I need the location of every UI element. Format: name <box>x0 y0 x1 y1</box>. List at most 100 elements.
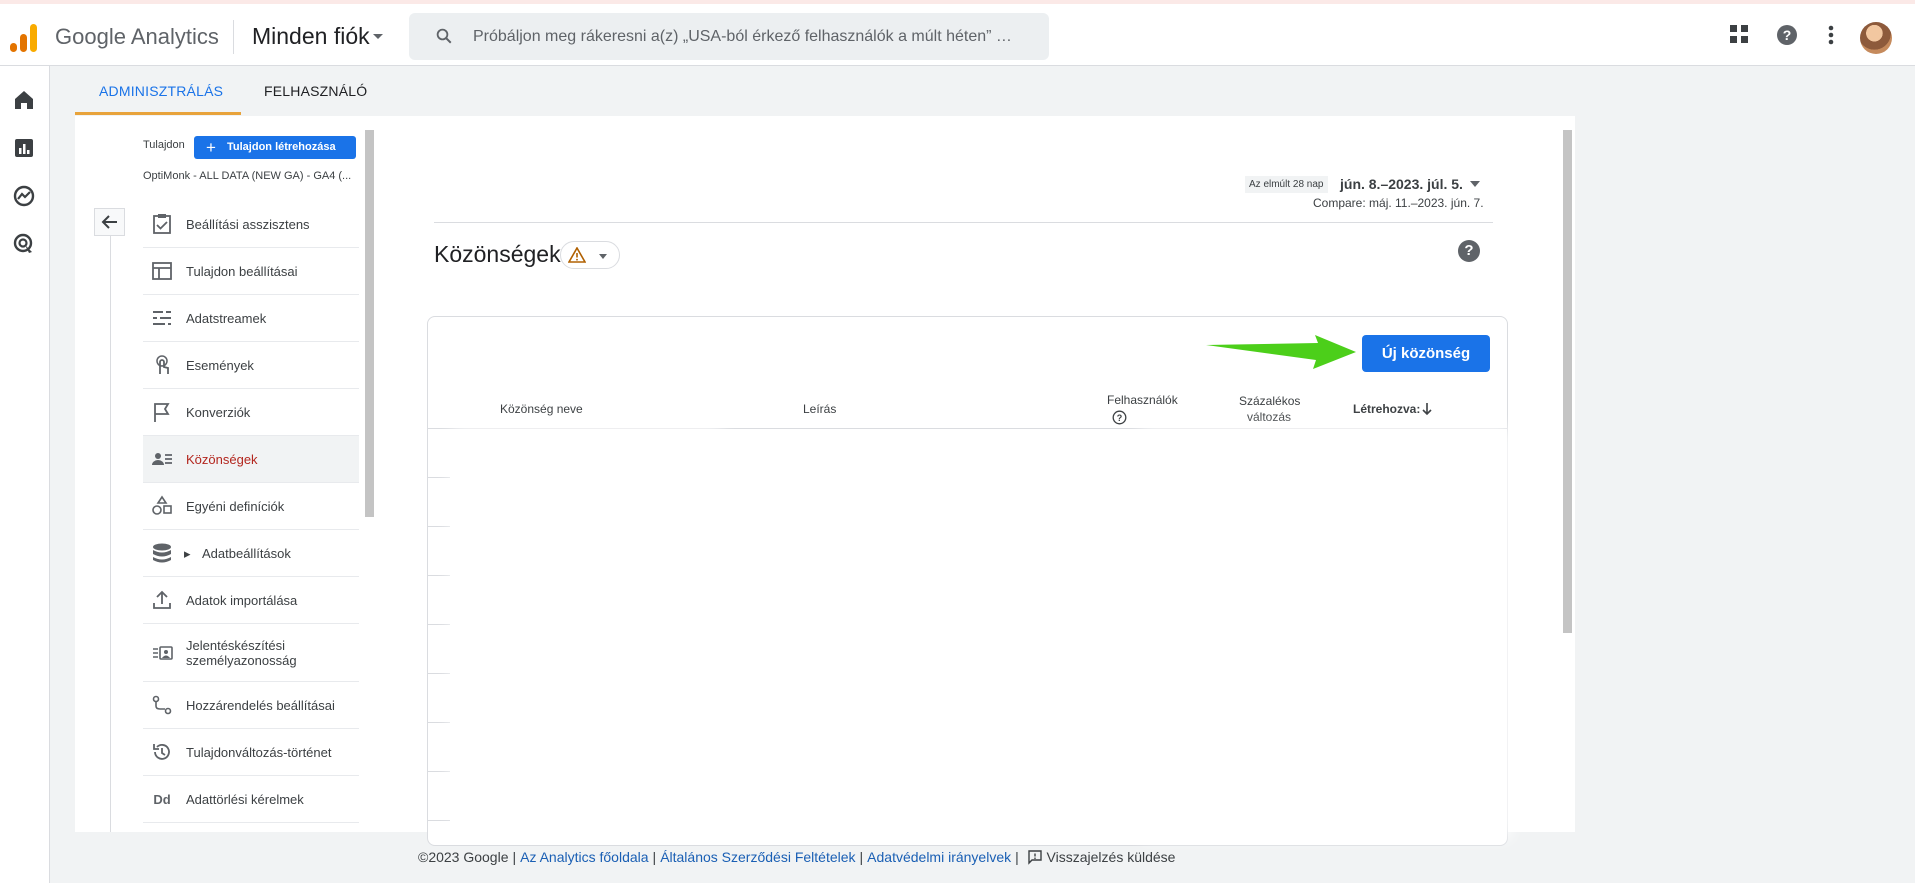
menu-item-conversions[interactable]: Konverziók <box>143 389 359 436</box>
feedback-link[interactable]: Visszajelzés küldése <box>1047 849 1176 865</box>
privacy-link[interactable]: Adatvédelmi irányelvek <box>867 849 1011 865</box>
avatar[interactable] <box>1860 22 1892 54</box>
column-header-name[interactable]: Közönség neve <box>500 402 583 417</box>
warning-dropdown[interactable] <box>560 241 620 269</box>
table-row[interactable] <box>428 673 450 674</box>
table-row[interactable] <box>428 722 450 723</box>
layout-icon <box>152 262 172 280</box>
feedback-icon[interactable] <box>1027 849 1043 865</box>
scrollbar[interactable] <box>1563 130 1572 633</box>
tree-line <box>110 236 111 832</box>
chevron-down-icon[interactable] <box>1470 181 1480 187</box>
menu-item-data-deletion-requests[interactable]: Dd Adattörlési kérelmek <box>143 776 359 823</box>
column-header-pct-change-2: változás <box>1247 410 1292 424</box>
green-arrow-annotation <box>1206 335 1356 369</box>
menu-item-data-import[interactable]: Adatok importálása <box>143 577 359 624</box>
page-title: Közönségek <box>434 241 561 267</box>
terms-link[interactable]: Általános Szerződési Feltételek <box>660 849 855 865</box>
tab-user[interactable]: FELHASZNÁLÓ <box>264 83 367 99</box>
left-nav <box>0 66 50 883</box>
menu-item-label: Adattörlési kérelmek <box>186 791 304 807</box>
search-bar[interactable]: Próbáljon meg rákeresni a(z) „USA-ból ér… <box>409 13 1049 60</box>
tab-indicator <box>75 112 241 115</box>
help-icon[interactable]: ? <box>1458 240 1480 262</box>
menu-item-audiences[interactable]: Közönségek <box>143 436 359 483</box>
database-icon <box>153 543 171 563</box>
table-row[interactable] <box>428 477 450 478</box>
table-row[interactable] <box>428 575 450 576</box>
flag-icon <box>154 403 170 422</box>
property-label: Tulajdon <box>143 139 185 151</box>
analytics-logo-icon[interactable] <box>10 22 38 52</box>
menu-item-setup-assistant[interactable]: Beállítási asszisztens <box>143 201 359 248</box>
advertising-icon[interactable] <box>12 232 36 256</box>
redacted-area <box>1140 428 1510 838</box>
touch-icon <box>156 355 169 374</box>
menu-item-data-streams[interactable]: Adatstreamek <box>143 295 359 342</box>
menu-item-label: Adatok importálása <box>186 592 298 608</box>
top-bar: Google Analytics Minden fiók Próbáljon m… <box>0 0 1915 66</box>
home-icon[interactable] <box>12 88 36 112</box>
plus-icon: + <box>206 138 216 157</box>
menu-item-events[interactable]: Események <box>143 342 359 389</box>
date-preset-chip[interactable]: Az elmúlt 28 nap <box>1245 176 1328 193</box>
explore-icon[interactable] <box>12 184 36 208</box>
menu-item-property-settings[interactable]: Tulajdon beállításai <box>143 248 359 295</box>
scrollbar[interactable] <box>365 130 374 517</box>
analytics-home-link[interactable]: Az Analytics főoldala <box>520 849 648 865</box>
table-row[interactable] <box>428 820 450 821</box>
history-icon <box>153 744 170 760</box>
compare-range: Compare: máj. 11.–2023. jún. 7. <box>1313 196 1484 210</box>
tab-admin[interactable]: ADMINISZTRÁLÁS <box>99 83 223 99</box>
menu-item-attribution-settings[interactable]: Hozzárendelés beállításai <box>143 682 359 729</box>
audience-icon <box>152 453 172 465</box>
svg-text:?: ? <box>1117 413 1123 423</box>
menu-item-label: Egyéni definíciók <box>186 498 285 514</box>
dd-icon: Dd <box>153 791 171 807</box>
column-header-pct-change[interactable]: Százalékos <box>1239 394 1300 409</box>
id-card-icon <box>153 645 173 660</box>
table-row[interactable] <box>428 771 450 772</box>
new-audience-button[interactable]: Új közönség <box>1362 335 1490 372</box>
menu-item-property-change-history[interactable]: Tulajdonváltozás-történet <box>143 729 359 776</box>
upload-icon <box>153 590 171 609</box>
menu-item-label: Tulajdonváltozás-történet <box>186 744 332 760</box>
product-name[interactable]: Google Analytics <box>55 24 219 50</box>
help-outline-icon[interactable]: ? <box>1112 410 1127 425</box>
menu-item-label: Adatstreamek <box>186 310 267 326</box>
warning-icon <box>568 247 586 263</box>
create-property-button[interactable]: + Tulajdon létrehozása <box>194 136 356 159</box>
menu-item-label: Hozzárendelés beállításai <box>186 697 335 713</box>
redacted-area <box>452 428 722 818</box>
arrow-down-icon[interactable] <box>1421 402 1433 416</box>
property-selector[interactable]: OptiMonk - ALL DATA (NEW GA) - GA4 (... <box>143 170 351 182</box>
menu-item-reporting-identity[interactable]: Jelentéskészítési személyazonosság <box>143 624 359 682</box>
apps-grid-icon[interactable] <box>1729 24 1749 44</box>
streams-icon <box>153 311 171 325</box>
date-range-selector[interactable]: jún. 8.–2023. júl. 5. <box>1340 176 1463 192</box>
reports-icon[interactable] <box>12 136 36 160</box>
chevron-down-icon <box>599 254 607 259</box>
create-property-label: Tulajdon létrehozása <box>227 141 336 153</box>
divider <box>233 20 234 54</box>
column-header-created[interactable]: Létrehozva: <box>1353 402 1420 417</box>
menu-item-custom-definitions[interactable]: Egyéni definíciók <box>143 483 359 530</box>
shapes-icon <box>152 495 172 515</box>
search-icon <box>436 28 452 44</box>
table-row[interactable] <box>428 526 450 527</box>
column-header-description[interactable]: Leírás <box>803 402 836 417</box>
menu-item-data-settings[interactable]: ▸ Adatbeállítások <box>143 530 359 577</box>
menu-item-label: Adatbeállítások <box>202 545 291 561</box>
menu-item-label: Tulajdon beállításai <box>186 263 298 279</box>
more-vert-icon[interactable] <box>1828 24 1834 46</box>
expand-arrow-icon: ▸ <box>184 545 191 561</box>
search-input[interactable]: Próbáljon meg rákeresni a(z) „USA-ból ér… <box>473 28 1012 46</box>
menu-item-label: Jelentéskészítési személyazonosság <box>186 637 297 668</box>
chevron-down-icon[interactable] <box>373 34 383 39</box>
account-selector[interactable]: Minden fiók <box>252 23 370 50</box>
table-row[interactable] <box>428 624 450 625</box>
attribution-icon <box>152 695 172 715</box>
help-icon[interactable]: ? <box>1776 24 1798 46</box>
column-header-users[interactable]: Felhasználók <box>1107 393 1178 408</box>
back-button[interactable] <box>94 208 125 236</box>
